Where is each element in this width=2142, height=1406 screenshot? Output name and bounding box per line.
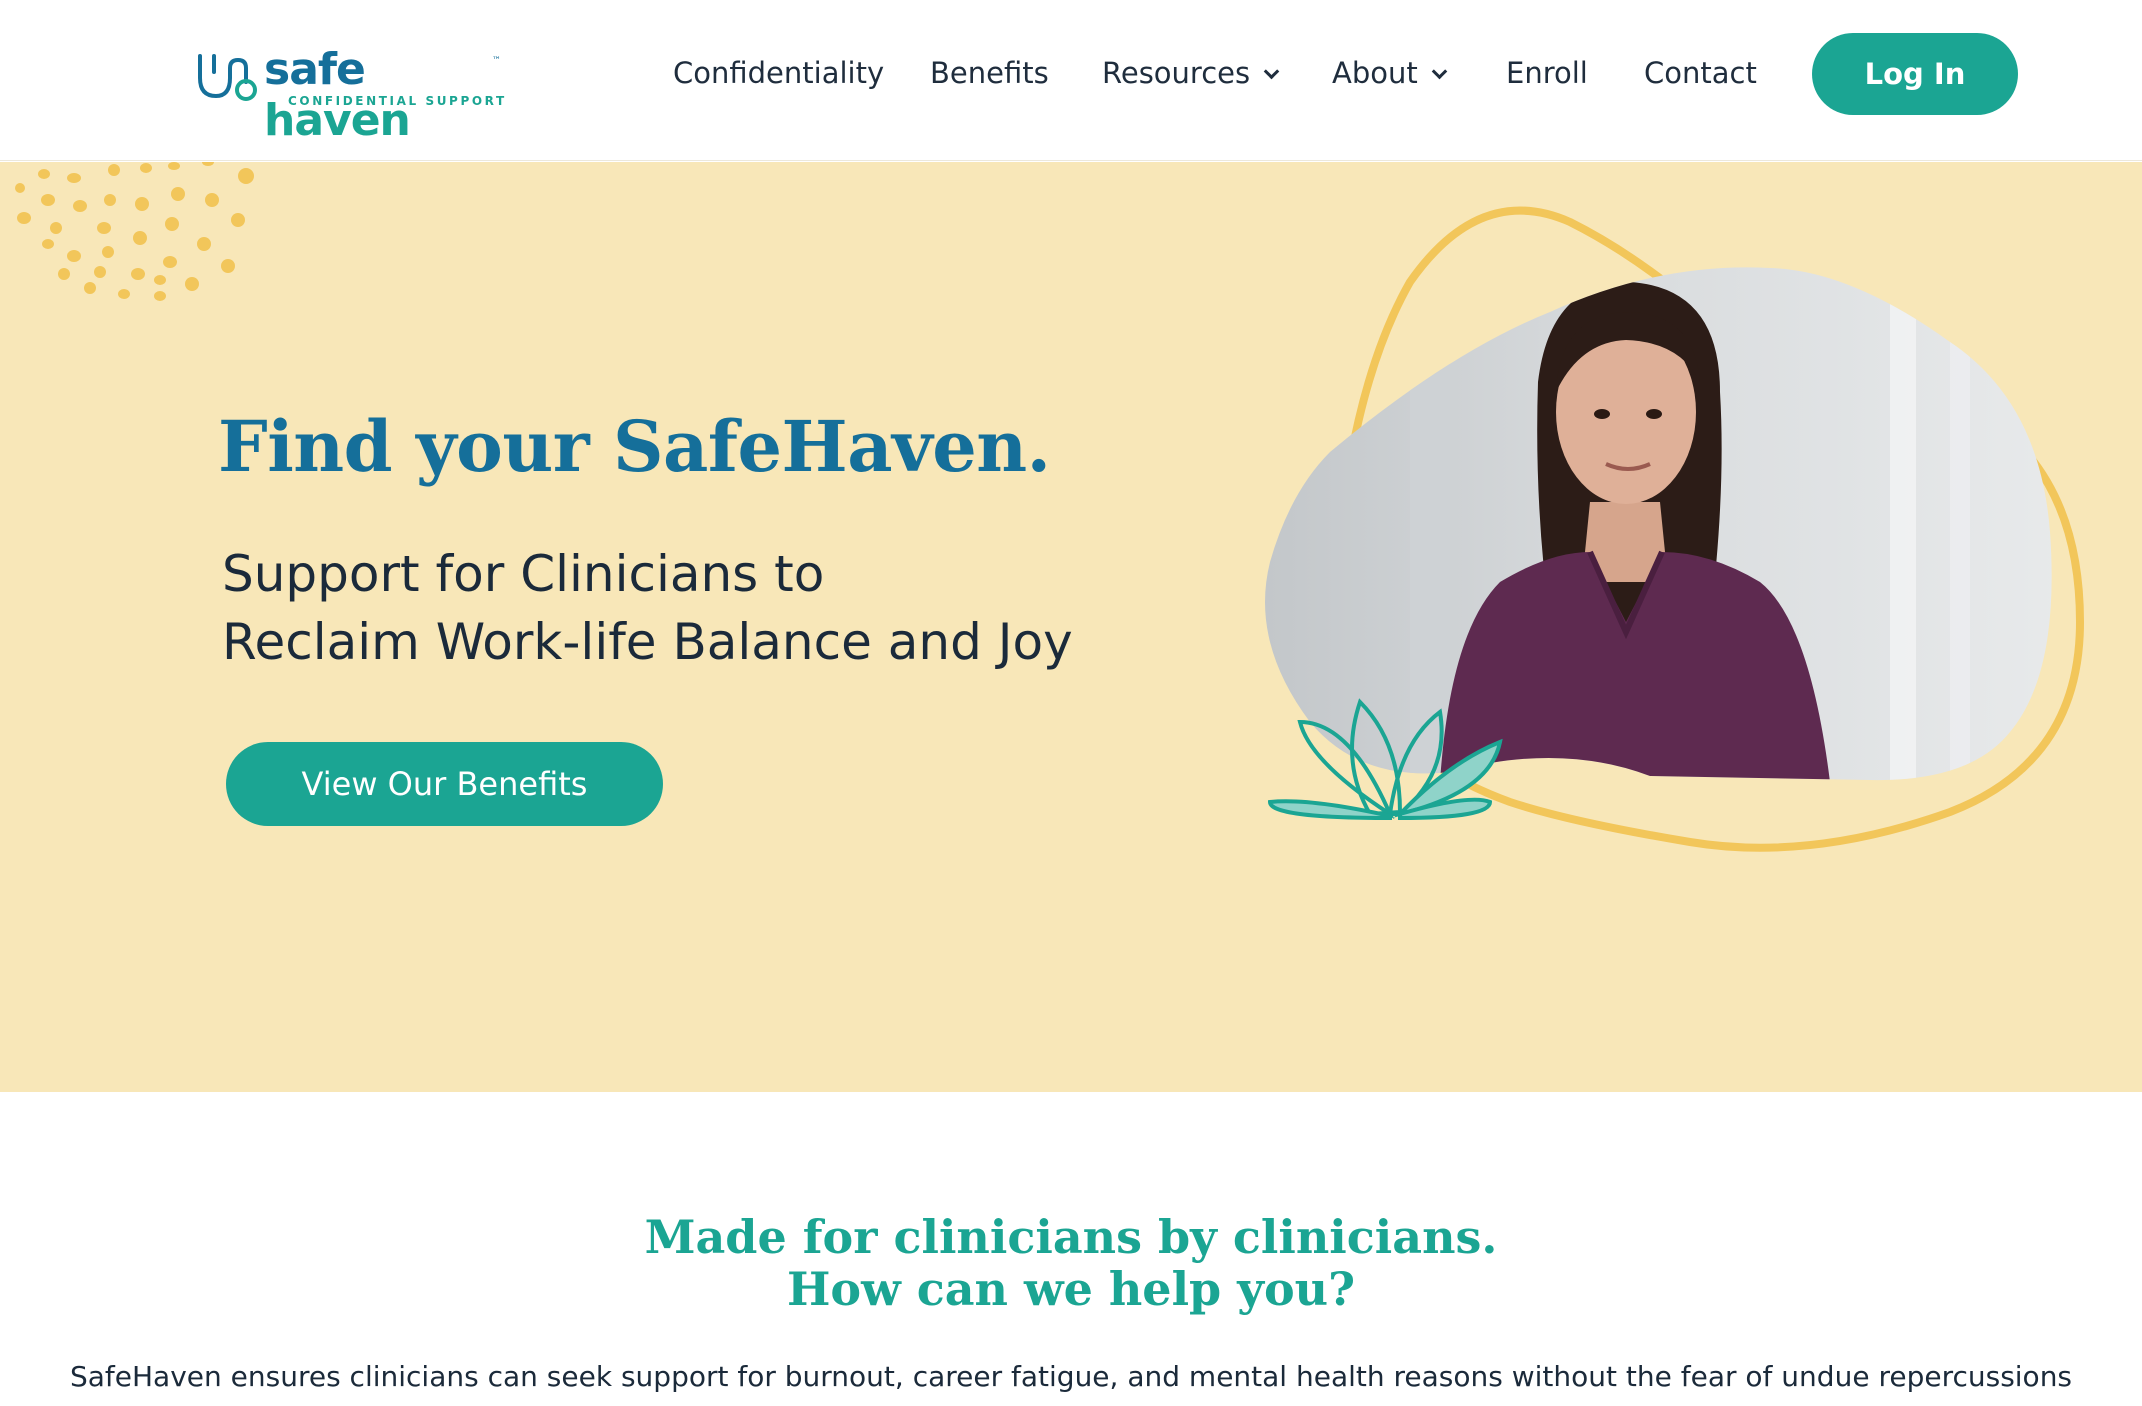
nav-label: Benefits xyxy=(930,56,1049,90)
hero-section: Find your SafeHaven. Support for Clinici… xyxy=(0,162,2142,1092)
decorative-dots xyxy=(15,162,254,301)
nav-label: Enroll xyxy=(1506,56,1588,90)
view-benefits-button[interactable]: View Our Benefits xyxy=(226,742,663,826)
nav-contact[interactable]: Contact xyxy=(1644,56,1757,90)
login-button[interactable]: Log In xyxy=(1812,33,2018,115)
nav-confidentiality[interactable]: Confidentiality xyxy=(673,56,884,90)
chevron-down-icon xyxy=(1263,63,1280,80)
nav-label: Contact xyxy=(1644,56,1757,90)
logo-word-safe: safe xyxy=(264,44,366,95)
nav-resources[interactable]: Resources xyxy=(1102,56,1280,90)
stethoscope-icon xyxy=(198,54,257,101)
nav-about[interactable]: About xyxy=(1332,56,1448,90)
hero-illustration xyxy=(1265,206,2085,852)
hero-title: Find your SafeHaven. xyxy=(218,405,1051,488)
safehaven-logo[interactable]: safe haven ™ CONFIDENTIAL SUPPORT xyxy=(194,44,514,146)
logo-trademark: ™ xyxy=(492,56,501,66)
nav-enroll[interactable]: Enroll xyxy=(1506,56,1588,90)
section-heading-line1: Made for clinicians by clinicians. xyxy=(644,1210,1498,1264)
chevron-down-icon xyxy=(1431,63,1448,80)
section-heading-line2: How can we help you? xyxy=(786,1262,1356,1316)
site-header: safe haven ™ CONFIDENTIAL SUPPORT Confid… xyxy=(0,0,2142,161)
nav-label: Resources xyxy=(1102,56,1251,90)
nav-label: Confidentiality xyxy=(673,56,885,90)
nav-label: About xyxy=(1332,56,1418,90)
clinician-photo xyxy=(1265,267,2052,781)
logo-tagline: CONFIDENTIAL SUPPORT xyxy=(288,94,507,108)
hero-subtitle: Support for Clinicians to Reclaim Work-l… xyxy=(222,540,1073,676)
nav-benefits[interactable]: Benefits xyxy=(930,56,1049,90)
hero-subtitle-line2: Reclaim Work-life Balance and Joy xyxy=(222,613,1073,671)
section-body-text: SafeHaven ensures clinicians can seek su… xyxy=(69,1360,2073,1393)
hero-subtitle-line1: Support for Clinicians to xyxy=(222,545,825,603)
